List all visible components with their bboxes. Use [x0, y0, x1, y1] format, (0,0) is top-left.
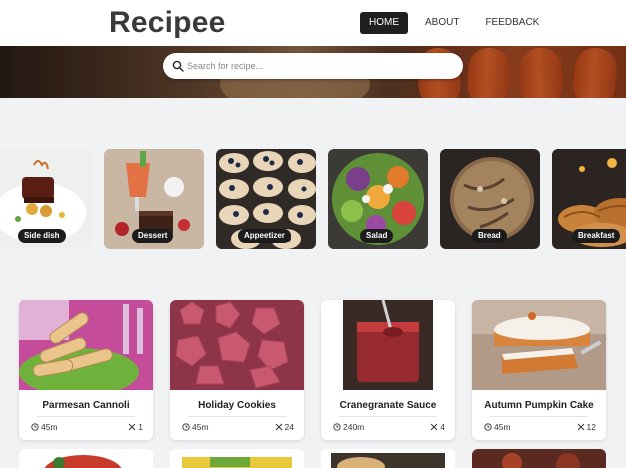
recipe-time: 45m — [31, 422, 58, 432]
search-icon — [172, 60, 184, 72]
recipe-card-partial[interactable] — [19, 449, 153, 468]
category-card-side-dish[interactable]: Side dish — [0, 149, 92, 249]
autumn-pumpkin-cake-image — [472, 300, 606, 390]
utensils-icon — [577, 423, 584, 431]
app-logo[interactable]: Recipee — [109, 6, 225, 40]
parmesan-cannoli-image — [19, 300, 153, 390]
recipe-time: 45m — [182, 422, 209, 432]
search-bar[interactable] — [163, 53, 463, 79]
holiday-cookies-image — [170, 300, 304, 390]
recipe-card-cranegranate-sauce[interactable]: Cranegranate Sauce 240m 4 — [321, 300, 455, 440]
recipe-title: Cranegranate Sauce — [339, 400, 437, 411]
recipe-title: Parmesan Cannoli — [42, 400, 130, 411]
category-card-dessert[interactable]: Dessert — [104, 149, 204, 249]
clock-icon — [182, 423, 190, 431]
recipe-servings: 1 — [128, 422, 143, 432]
clock-icon — [31, 423, 39, 431]
recipe-card-autumn-pumpkin-cake[interactable]: Autumn Pumpkin Cake 45m 12 — [472, 300, 606, 440]
recipe-servings-value: 12 — [586, 422, 596, 432]
nav-feedback[interactable]: FEEDBACK — [476, 12, 548, 34]
category-card-salad[interactable]: Salad — [328, 149, 428, 249]
recipe-servings: 4 — [430, 422, 445, 432]
category-label: Appeetizer — [238, 229, 291, 243]
category-card-bread[interactable]: Bread — [440, 149, 540, 249]
recipe-time: 240m — [333, 422, 364, 432]
category-label: Breakfast — [572, 229, 621, 243]
recipe-time: 45m — [484, 422, 511, 432]
cranegranate-sauce-image — [321, 300, 455, 390]
recipe-time-value: 240m — [343, 422, 365, 432]
clock-icon — [484, 423, 492, 431]
recipe-image — [321, 449, 455, 468]
utensils-icon — [128, 423, 136, 431]
recipe-card-parmesan-cannoli[interactable]: Parmesan Cannoli 45m 1 — [19, 300, 153, 440]
divider — [37, 416, 135, 417]
recipe-image — [170, 449, 304, 468]
recipe-servings-value: 1 — [138, 422, 143, 432]
recipe-servings-value: 4 — [440, 422, 445, 432]
category-label: Side dish — [18, 229, 66, 243]
category-card-appetizer[interactable]: Appeetizer — [216, 149, 316, 249]
recipe-time-value: 45m — [494, 422, 511, 432]
recipe-servings-value: 24 — [284, 422, 294, 432]
recipe-card-partial[interactable] — [170, 449, 304, 468]
clock-icon — [333, 423, 341, 431]
recipe-card-partial[interactable] — [321, 449, 455, 468]
nav-about[interactable]: ABOUT — [416, 12, 468, 34]
category-carousel: Side dish Dessert Appeetizer Salad Bread… — [0, 149, 626, 249]
recipe-title: Autumn Pumpkin Cake — [484, 400, 594, 411]
divider — [490, 416, 588, 417]
category-label: Bread — [472, 229, 507, 243]
utensils-icon — [275, 423, 282, 431]
divider — [188, 416, 286, 417]
recipe-time-value: 45m — [192, 422, 209, 432]
divider — [339, 416, 437, 417]
recipe-image — [19, 449, 153, 468]
search-input[interactable] — [187, 56, 453, 76]
top-bar: Recipee HOME ABOUT FEEDBACK — [0, 0, 626, 46]
recipe-image — [472, 449, 606, 468]
main-nav: HOME ABOUT FEEDBACK — [360, 12, 548, 34]
category-label: Salad — [360, 229, 394, 243]
category-label: Dessert — [132, 229, 174, 243]
recipe-card-holiday-cookies[interactable]: Holiday Cookies 45m 24 — [170, 300, 304, 440]
recipe-card-partial[interactable] — [472, 449, 606, 468]
recipe-servings: 24 — [275, 422, 294, 432]
utensils-icon — [430, 423, 438, 431]
category-card-breakfast[interactable]: Breakfast — [552, 149, 626, 249]
recipe-time-value: 45m — [41, 422, 58, 432]
recipe-servings: 12 — [577, 422, 596, 432]
recipe-title: Holiday Cookies — [198, 400, 276, 411]
nav-home[interactable]: HOME — [360, 12, 408, 34]
